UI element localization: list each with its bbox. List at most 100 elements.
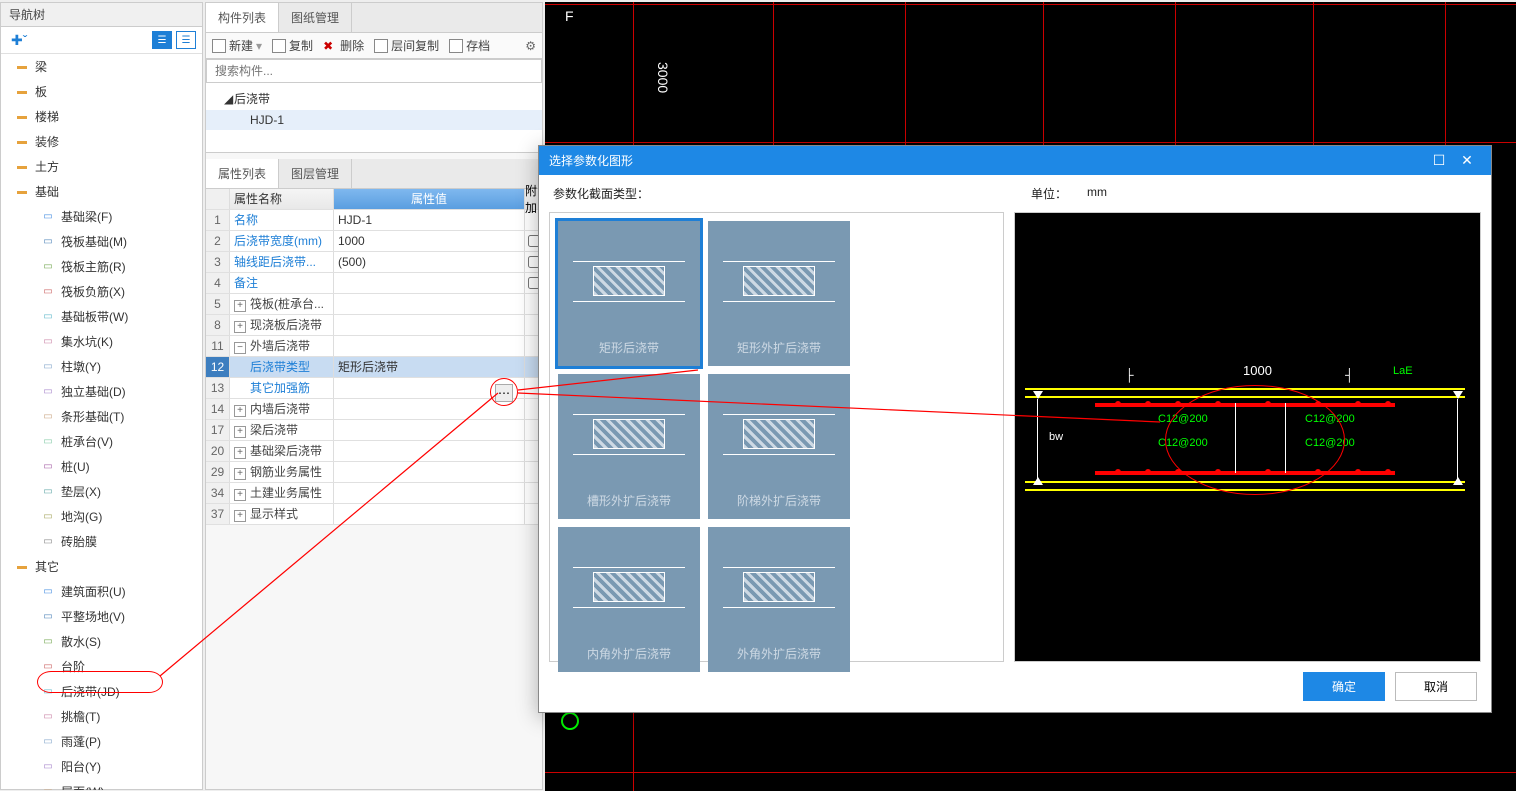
tree-item[interactable]: ▭阳台(Y): [1, 754, 202, 779]
folder-icon: ▬: [15, 160, 29, 174]
tree-item[interactable]: ▭散水(S): [1, 629, 202, 654]
item-icon: ▭: [41, 260, 55, 274]
item-icon: ▭: [41, 535, 55, 549]
floor-copy-icon: [374, 39, 388, 53]
tree-item[interactable]: ▭基础板带(W): [1, 304, 202, 329]
tree-group[interactable]: ▬梁: [1, 54, 202, 79]
tree-item[interactable]: ▭砖胎膜: [1, 529, 202, 554]
property-row[interactable]: 17+梁后浇带: [206, 420, 542, 441]
property-row[interactable]: 13其它加强筋: [206, 378, 542, 399]
property-row[interactable]: 11−外墙后浇带: [206, 336, 542, 357]
floor-copy-button[interactable]: 层间复制: [374, 37, 439, 54]
tree-group[interactable]: ▬其它: [1, 554, 202, 579]
ok-button[interactable]: 确定: [1303, 672, 1385, 701]
tree-group[interactable]: ▬楼梯: [1, 104, 202, 129]
tree-item[interactable]: ▭地沟(G): [1, 504, 202, 529]
tree-item[interactable]: ▭集水坑(K): [1, 329, 202, 354]
view-grid-toggle[interactable]: ☰: [176, 31, 196, 49]
tree-item[interactable]: ▭后浇带(JD): [1, 679, 202, 704]
item-icon: ▭: [41, 785, 55, 791]
item-icon: ▭: [41, 285, 55, 299]
tree-group[interactable]: ▬基础: [1, 179, 202, 204]
new-button[interactable]: 新建▾: [212, 37, 262, 54]
dialog-titlebar: 选择参数化图形 ☐ ✕: [539, 146, 1491, 175]
tree-item[interactable]: ▭台阶: [1, 654, 202, 679]
property-row[interactable]: 1名称HJD-1: [206, 210, 542, 231]
nav-tree-body: ▬梁▬板▬楼梯▬装修▬土方▬基础▭基础梁(F)▭筏板基础(M)▭筏板主筋(R)▭…: [1, 54, 202, 790]
tree-item[interactable]: ▭建筑面积(U): [1, 579, 202, 604]
shape-option[interactable]: 内角外扩后浇带: [558, 527, 700, 672]
archive-button[interactable]: 存档: [449, 37, 490, 54]
item-icon: ▭: [41, 485, 55, 499]
gear-icon[interactable]: ⚙: [525, 39, 536, 53]
tree-item[interactable]: ▭屋面(W): [1, 779, 202, 790]
tree-item[interactable]: ▭柱墩(Y): [1, 354, 202, 379]
col-name: 属性名称: [230, 189, 334, 209]
item-icon: ▭: [41, 735, 55, 749]
nav-tree-title: 导航树: [1, 3, 202, 27]
folder-icon: ▬: [15, 560, 29, 574]
add-icon[interactable]: ✚ˇ: [7, 32, 31, 49]
property-row[interactable]: 3轴线距后浇带...(500): [206, 252, 542, 273]
tree-item[interactable]: ▭独立基础(D): [1, 379, 202, 404]
tree-item[interactable]: ▭基础梁(F): [1, 204, 202, 229]
component-list: ◢后浇带 HJD-1: [206, 83, 542, 153]
dim-label: ├: [1125, 368, 1134, 382]
cancel-button[interactable]: 取消: [1395, 672, 1477, 701]
tree-item[interactable]: ▭平整场地(V): [1, 604, 202, 629]
folder-icon: ▬: [15, 135, 29, 149]
tree-item[interactable]: ▭桩(U): [1, 454, 202, 479]
shape-option[interactable]: 槽形外扩后浇带: [558, 374, 700, 519]
property-row[interactable]: 20+基础梁后浇带: [206, 441, 542, 462]
property-tabs: 属性列表 图层管理: [206, 159, 542, 189]
shape-option[interactable]: 外角外扩后浇带: [708, 527, 850, 672]
property-row[interactable]: 29+钢筋业务属性: [206, 462, 542, 483]
property-row[interactable]: 8+现浇板后浇带: [206, 315, 542, 336]
tree-item[interactable]: ▭雨蓬(P): [1, 729, 202, 754]
close-icon[interactable]: ✕: [1453, 152, 1481, 169]
col-value: 属性值: [334, 189, 524, 209]
component-toolbar: 新建▾ 复制 ✖删除 层间复制 存档 ⚙: [206, 33, 542, 59]
tree-item[interactable]: ▭垫层(X): [1, 479, 202, 504]
item-icon: ▭: [41, 510, 55, 524]
tree-item[interactable]: ▭挑檐(T): [1, 704, 202, 729]
shape-option[interactable]: 矩形外扩后浇带: [708, 221, 850, 366]
search-input[interactable]: [206, 59, 542, 83]
list-item[interactable]: ◢后浇带: [206, 87, 542, 110]
item-icon: ▭: [41, 335, 55, 349]
tab-layer-mgmt[interactable]: 图层管理: [279, 159, 352, 188]
property-row[interactable]: 12后浇带类型矩形后浇带: [206, 357, 542, 378]
property-row[interactable]: 37+显示样式: [206, 504, 542, 525]
property-row[interactable]: 5+筏板(桩承台...: [206, 294, 542, 315]
delete-button[interactable]: ✖删除: [323, 37, 364, 54]
dimension-label: 3000: [655, 62, 671, 93]
tab-property-list[interactable]: 属性列表: [206, 159, 279, 188]
tab-drawing-mgmt[interactable]: 图纸管理: [279, 3, 352, 32]
tree-item[interactable]: ▭筏板主筋(R): [1, 254, 202, 279]
folder-icon: ▬: [15, 85, 29, 99]
property-row[interactable]: 34+土建业务属性: [206, 483, 542, 504]
folder-icon: ▬: [15, 185, 29, 199]
value-ellipsis-button[interactable]: ⋯: [495, 384, 513, 402]
maximize-icon[interactable]: ☐: [1425, 152, 1453, 169]
tree-item[interactable]: ▭桩承台(V): [1, 429, 202, 454]
property-row[interactable]: 4备注: [206, 273, 542, 294]
tree-group[interactable]: ▬土方: [1, 154, 202, 179]
shape-option[interactable]: 矩形后浇带: [558, 221, 700, 366]
tab-component-list[interactable]: 构件列表: [206, 3, 279, 32]
unit-label: 单位：: [1031, 185, 1067, 202]
tree-group[interactable]: ▬装修: [1, 129, 202, 154]
property-row[interactable]: 14+内墙后浇带: [206, 399, 542, 420]
tree-group[interactable]: ▬板: [1, 79, 202, 104]
dialog-subheader: 参数化截面类型： 单位： mm: [539, 175, 1491, 212]
tree-item[interactable]: ▭筏板基础(M): [1, 229, 202, 254]
item-icon: ▭: [41, 685, 55, 699]
tree-item[interactable]: ▭筏板负筋(X): [1, 279, 202, 304]
shape-option[interactable]: 阶梯外扩后浇带: [708, 374, 850, 519]
dialog-title: 选择参数化图形: [549, 152, 1425, 169]
copy-button[interactable]: 复制: [272, 37, 313, 54]
view-list-toggle[interactable]: ☰: [152, 31, 172, 49]
tree-item[interactable]: ▭条形基础(T): [1, 404, 202, 429]
property-row[interactable]: 2后浇带宽度(mm)1000: [206, 231, 542, 252]
list-item[interactable]: HJD-1: [206, 110, 542, 130]
